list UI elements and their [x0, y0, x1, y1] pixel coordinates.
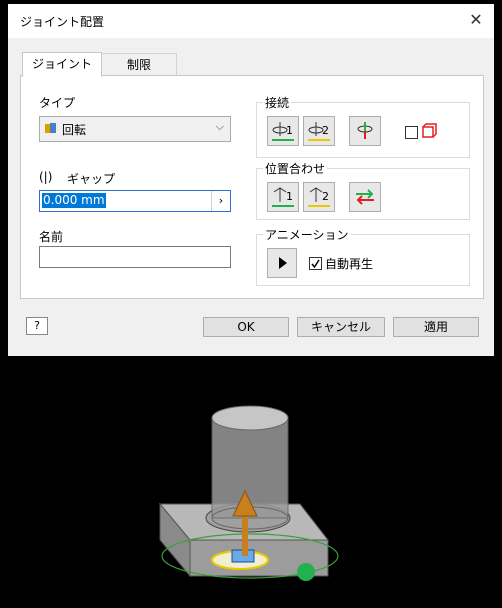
- joint-panel: タイプ 回転 ⌵ (|) ギャップ 0.000 mm › 名前 接続 1 2 位…: [20, 75, 484, 299]
- play-button[interactable]: [267, 248, 297, 278]
- chevron-right-icon[interactable]: ›: [211, 191, 230, 211]
- connect-label: 接続: [263, 94, 292, 111]
- align1-button[interactable]: 1: [267, 182, 299, 212]
- joint-placement-dialog: ジョイント配置 ✕ ジョイント 制限 タイプ 回転 ⌵ (|) ギャップ 0.0…: [8, 4, 494, 356]
- gap-input[interactable]: 0.000 mm ›: [39, 190, 231, 212]
- cylinder-top: [211, 405, 289, 431]
- title-bar: ジョイント配置 ✕: [8, 4, 494, 38]
- align2-icon: [308, 187, 330, 207]
- align2-button[interactable]: 2: [303, 182, 335, 212]
- origin1-select-button[interactable]: 1: [267, 116, 299, 146]
- autoplay-checkbox[interactable]: [309, 257, 322, 270]
- green-handle-icon[interactable]: [297, 563, 315, 581]
- animation-label: アニメーション: [263, 226, 351, 243]
- autoplay-label: 自動再生: [325, 257, 374, 271]
- origin2-label: 2: [322, 124, 329, 137]
- invert-align-icon: [356, 189, 374, 205]
- align1-icon: [272, 187, 294, 207]
- close-icon[interactable]: ✕: [466, 10, 486, 30]
- align1-label: 1: [286, 190, 293, 203]
- window-title: ジョイント配置: [20, 15, 105, 29]
- origin1-select-icon: [272, 122, 294, 141]
- chevron-down-icon: ⌵: [215, 120, 224, 133]
- help-icon[interactable]: ?: [26, 317, 48, 335]
- flip-icon: [357, 122, 373, 139]
- gap-icon: (|): [39, 170, 53, 184]
- play-icon: [279, 257, 287, 269]
- tab-joint[interactable]: ジョイント: [22, 52, 102, 77]
- cancel-button[interactable]: キャンセル: [297, 317, 385, 337]
- type-label: タイプ: [39, 96, 76, 110]
- model-viewport[interactable]: [0, 356, 502, 608]
- revolute-joint-icon: [45, 123, 56, 133]
- name-label: 名前: [39, 230, 64, 244]
- invert-align-button[interactable]: [349, 182, 381, 212]
- origin2-select-button[interactable]: 2: [303, 116, 335, 146]
- ok-button[interactable]: OK: [203, 317, 289, 337]
- animation-group: アニメーション 自動再生: [256, 226, 470, 286]
- gap-value: 0.000 mm: [42, 193, 106, 208]
- lock-checkbox[interactable]: [405, 126, 418, 139]
- lock-box-icon: [422, 123, 437, 138]
- align-label: 位置合わせ: [263, 160, 328, 177]
- origin1-label: 1: [286, 124, 293, 137]
- connect-group: 接続 1 2: [256, 94, 470, 158]
- flip-button[interactable]: [349, 116, 381, 146]
- align-group: 位置合わせ 1 2: [256, 160, 470, 220]
- gap-label: ギャップ: [67, 172, 116, 186]
- type-value: 回転: [62, 123, 87, 137]
- apply-button[interactable]: 適用: [393, 317, 479, 337]
- type-dropdown[interactable]: 回転 ⌵: [39, 116, 231, 142]
- name-input[interactable]: [39, 246, 231, 268]
- tab-limits[interactable]: 制限: [101, 53, 177, 76]
- origin2-select-icon: [308, 122, 330, 141]
- align2-label: 2: [322, 190, 329, 203]
